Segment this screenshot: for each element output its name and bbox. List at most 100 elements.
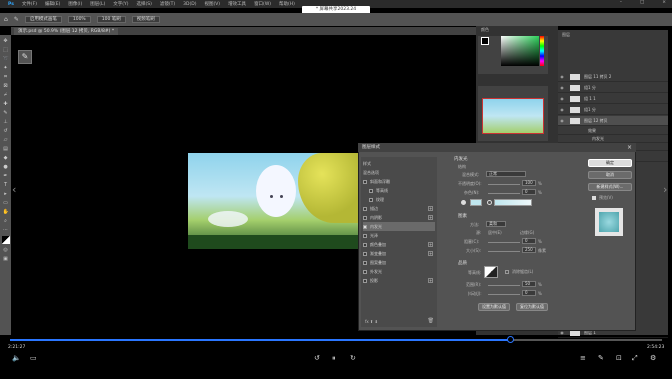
document-tab[interactable]: 演示.psd @ 50.9% (图层 12 拷贝, RGB/8#) * bbox=[14, 28, 119, 35]
add-icon[interactable]: + bbox=[428, 242, 433, 247]
fg-swatch-icon[interactable] bbox=[481, 37, 489, 45]
eye-icon[interactable]: ◉ bbox=[558, 118, 566, 123]
style-list-item[interactable]: 外发光 bbox=[363, 267, 435, 276]
shape-icon[interactable]: ▭ bbox=[3, 200, 9, 206]
style-list-item[interactable]: 渐变叠加 + bbox=[363, 249, 435, 258]
dialog-close-icon[interactable]: × bbox=[627, 144, 632, 151]
navigator-thumbnail[interactable] bbox=[482, 98, 544, 134]
menu-window[interactable]: 窗口(W) bbox=[254, 1, 271, 7]
eye-icon[interactable]: ◉ bbox=[558, 107, 566, 112]
jitter-slider[interactable] bbox=[488, 294, 520, 295]
menu-view[interactable]: 视图(V) bbox=[204, 1, 220, 7]
frame-tool-icon[interactable]: ⊠ bbox=[3, 83, 9, 89]
layer-row[interactable]: ◉ 组1 分 bbox=[558, 105, 668, 115]
jitter-field[interactable]: 0 bbox=[522, 290, 536, 296]
opacity-slider[interactable] bbox=[488, 184, 520, 185]
progress-knob[interactable] bbox=[507, 336, 514, 343]
eyedropper-icon[interactable]: ⌿ bbox=[3, 92, 9, 98]
style-list-item-selected[interactable]: 内发光 bbox=[363, 222, 435, 231]
cancel-button[interactable]: 取消 bbox=[588, 171, 632, 179]
pause-icon[interactable]: ⏸ bbox=[332, 354, 336, 363]
option-mode[interactable]: 启用模式画笔 bbox=[24, 16, 62, 23]
trash-icon[interactable]: 🗑 bbox=[428, 318, 434, 324]
checkbox[interactable] bbox=[363, 269, 367, 274]
hand-icon[interactable]: ✋ bbox=[3, 209, 9, 215]
add-icon[interactable]: + bbox=[428, 251, 433, 256]
brush-tool-icon[interactable]: ✎ bbox=[14, 16, 19, 23]
more-tools-icon[interactable]: ⋯ bbox=[3, 227, 9, 233]
stamp-icon[interactable]: ⊥ bbox=[3, 119, 9, 125]
style-list-item[interactable]: 内阴影 + bbox=[363, 213, 435, 222]
settings-icon[interactable]: ⚙ bbox=[650, 354, 656, 362]
style-list-item[interactable]: 描边 + bbox=[363, 204, 435, 213]
eye-icon[interactable]: ◉ bbox=[558, 85, 566, 90]
foreground-background-icon[interactable] bbox=[1, 236, 10, 244]
layer-effect-row[interactable]: 效果 bbox=[558, 127, 668, 135]
option-brush[interactable]: 100 笔刷 bbox=[96, 16, 126, 23]
maximize-icon[interactable]: □ bbox=[640, 0, 644, 5]
option-opacity[interactable]: 100% bbox=[67, 16, 91, 23]
zoom-icon[interactable]: ⌕ bbox=[3, 218, 9, 224]
magic-wand-icon[interactable]: ✦ bbox=[3, 65, 9, 71]
close-icon[interactable]: × bbox=[662, 0, 666, 5]
style-list-item[interactable]: 混合选项 bbox=[363, 168, 435, 177]
path-select-icon[interactable]: ▸ bbox=[3, 191, 9, 197]
preview-checkbox[interactable] bbox=[592, 196, 596, 200]
layer-row[interactable]: ◉ 组 1 1 bbox=[558, 94, 668, 104]
checkbox[interactable] bbox=[363, 242, 367, 247]
checkbox[interactable] bbox=[363, 215, 367, 220]
checkbox[interactable] bbox=[363, 260, 367, 265]
forward-icon[interactable]: ↻ bbox=[350, 354, 356, 362]
eye-icon[interactable]: ◉ bbox=[558, 96, 566, 101]
type-icon[interactable]: T bbox=[3, 182, 9, 188]
glow-color-swatch[interactable] bbox=[470, 199, 482, 206]
rewind-icon[interactable]: ↺ bbox=[314, 354, 320, 362]
checkbox[interactable] bbox=[363, 206, 367, 211]
pen-icon[interactable]: ✎ bbox=[598, 354, 604, 362]
brush-preset-icon[interactable]: ✎ bbox=[18, 50, 32, 64]
size-field[interactable]: 250 bbox=[522, 247, 536, 253]
dodge-icon[interactable]: ● bbox=[3, 164, 9, 170]
reset-default-button[interactable]: 复位为默认值 bbox=[516, 303, 548, 311]
ok-button[interactable]: 确定 bbox=[588, 159, 632, 167]
minimize-icon[interactable]: – bbox=[620, 0, 622, 5]
canvas-artwork[interactable] bbox=[188, 153, 358, 249]
layer-row[interactable]: ◉ 图层 11 拷贝 2 bbox=[558, 72, 668, 82]
add-icon[interactable]: + bbox=[428, 278, 433, 283]
menu-type[interactable]: 文字(Y) bbox=[113, 1, 128, 7]
list-icon[interactable]: ≡ bbox=[580, 354, 586, 362]
checkbox[interactable] bbox=[363, 233, 367, 238]
range-slider[interactable] bbox=[488, 285, 520, 286]
menu-image[interactable]: 图像(I) bbox=[68, 1, 82, 7]
lasso-tool-icon[interactable]: ➰ bbox=[3, 56, 9, 62]
noise-field[interactable]: 0 bbox=[522, 189, 536, 195]
brush-icon[interactable]: ✎ bbox=[3, 110, 9, 116]
eraser-icon[interactable]: ▱ bbox=[3, 137, 9, 143]
menu-3d[interactable]: 3D(D) bbox=[183, 2, 196, 7]
move-tool-icon[interactable]: ✥ bbox=[3, 38, 9, 44]
style-list-item[interactable]: 纹理 bbox=[363, 195, 435, 204]
style-list-item[interactable]: 投影 + bbox=[363, 276, 435, 285]
checkbox-checked[interactable] bbox=[363, 224, 367, 229]
menu-filter[interactable]: 滤镜(T) bbox=[160, 1, 175, 7]
screen-mode-icon[interactable]: ▣ bbox=[3, 256, 9, 262]
menu-edit[interactable]: 编辑(E) bbox=[45, 1, 60, 7]
blur-icon[interactable]: ◆ bbox=[3, 155, 9, 161]
fullscreen-icon[interactable]: ⤢ bbox=[632, 354, 638, 363]
antialias-checkbox[interactable] bbox=[505, 270, 509, 274]
method-select[interactable]: 柔和 bbox=[486, 221, 506, 227]
make-default-button[interactable]: 设置为默认值 bbox=[478, 303, 510, 311]
checkbox[interactable] bbox=[369, 197, 373, 202]
menu-file[interactable]: 文件(F) bbox=[22, 1, 37, 7]
range-field[interactable]: 50 bbox=[522, 281, 536, 287]
fx-icon[interactable]: fx ⬆ ⬇ bbox=[365, 319, 378, 324]
glow-gradient-swatch[interactable] bbox=[494, 199, 532, 206]
layer-row[interactable]: ◉ 组1 分 bbox=[558, 83, 668, 93]
checkbox[interactable] bbox=[363, 278, 367, 283]
choke-field[interactable]: 0 bbox=[522, 238, 536, 244]
checkbox[interactable] bbox=[369, 188, 373, 193]
healing-brush-icon[interactable]: ✚ bbox=[3, 101, 9, 107]
color-field[interactable] bbox=[501, 36, 539, 66]
gradient-icon[interactable]: ▤ bbox=[3, 146, 9, 152]
choke-slider[interactable] bbox=[488, 242, 520, 243]
